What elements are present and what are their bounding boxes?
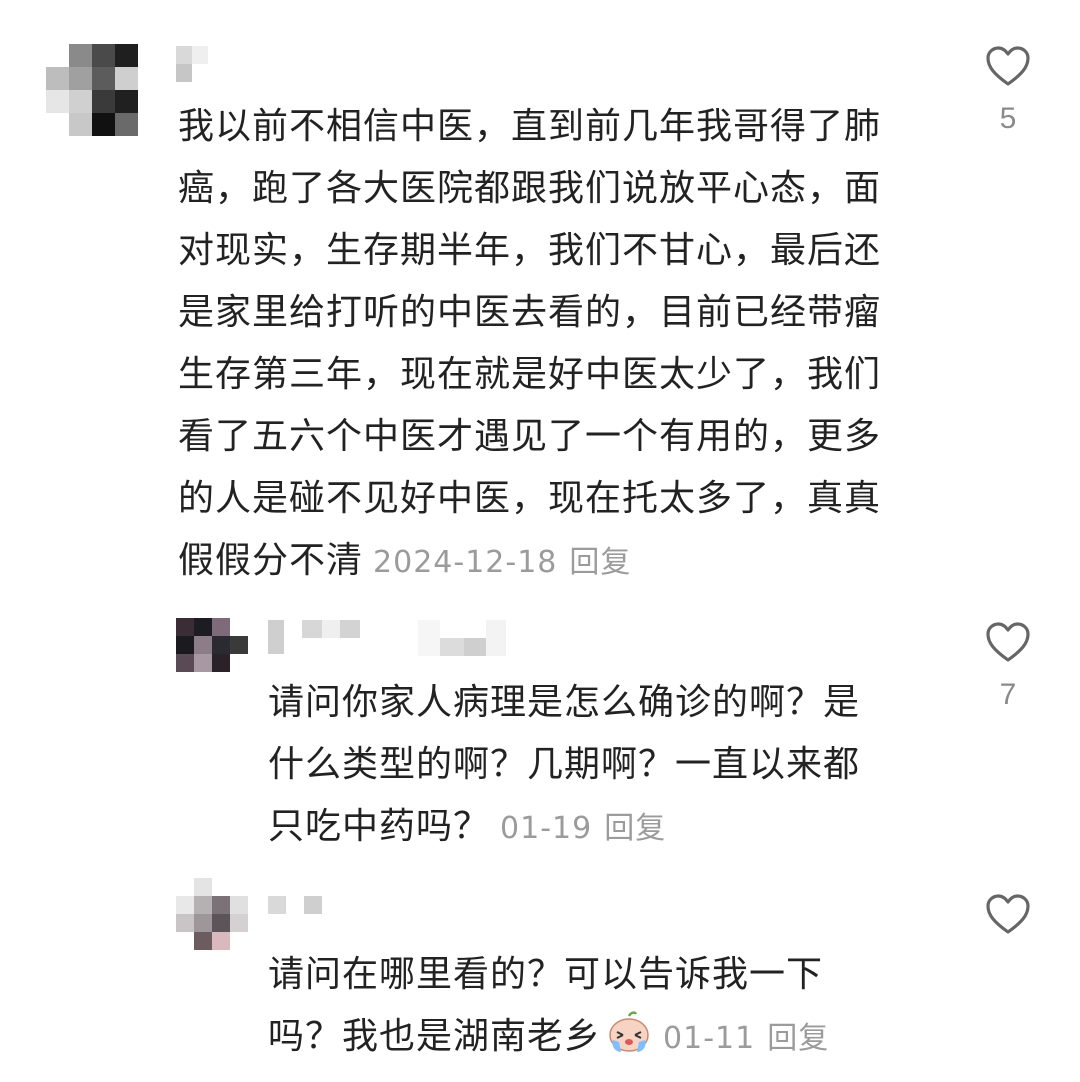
user-tag-blur <box>418 620 506 656</box>
comment-line: 请问在哪里看的？可以告诉我一下 <box>268 954 824 995</box>
comment-line: 生存第三年，现在就是好中医太少了，我们 <box>178 354 882 395</box>
reply-button[interactable]: 回复 <box>604 811 666 846</box>
comment-line: 什么类型的啊？几期啊？一直以来都 <box>268 744 861 785</box>
comment-meta: 01-11 回复 <box>663 1021 829 1056</box>
comment-line: 的人是碰不见好中医，现在托太多了，真真 <box>178 478 882 519</box>
comment-line: 是家里给打听的中医去看的，目前已经带瘤 <box>178 292 882 333</box>
comment-line: 吗？我也是湖南老乡 <box>268 1016 602 1057</box>
username[interactable] <box>268 620 360 654</box>
comment-line: 假假分不清 <box>178 540 364 581</box>
comment-line: 请问你家人病理是怎么确诊的啊？是 <box>268 682 861 723</box>
comment-date: 2024-12-18 <box>373 545 558 580</box>
comment-line: 癌，跑了各大医院都跟我们说放平心态，面 <box>178 168 882 209</box>
avatar[interactable] <box>46 44 138 136</box>
crying-emoji-icon <box>605 1010 653 1074</box>
like-count: 7 <box>999 678 1017 711</box>
avatar[interactable] <box>176 618 248 672</box>
comment-line: 对现实，生存期半年，我们不甘心，最后还 <box>178 230 882 271</box>
reply-button[interactable]: 回复 <box>767 1021 829 1056</box>
username[interactable] <box>176 46 208 64</box>
heart-outline-icon <box>986 894 1030 934</box>
heart-outline-icon <box>986 46 1030 86</box>
like-button[interactable] <box>978 892 1038 936</box>
username[interactable] <box>268 896 322 914</box>
comment-text: 请问在哪里看的？可以告诉我一下 吗？我也是湖南老乡 01-11 回复 <box>268 944 928 1074</box>
heart-outline-icon <box>986 622 1030 662</box>
comment-text: 请问你家人病理是怎么确诊的啊？是 什么类型的啊？几期啊？一直以来都 只吃中药吗？… <box>268 672 928 860</box>
like-count: 5 <box>999 102 1017 135</box>
comment-line: 看了五六个中医才遇见了一个有用的，更多 <box>178 416 882 457</box>
comment-date: 01-19 <box>500 811 593 846</box>
comment-meta: 2024-12-18 回复 <box>373 545 631 580</box>
comment-line-last: 只吃中药吗？ 01-19 回复 <box>268 796 928 860</box>
avatar[interactable] <box>176 878 248 950</box>
reply-button[interactable]: 回复 <box>569 545 631 580</box>
comment-line-last: 吗？我也是湖南老乡 01-11 回复 <box>268 1006 928 1074</box>
comment-text: 我以前不相信中医，直到前几年我哥得了肺 癌，跑了各大医院都跟我们说放平心态，面 … <box>178 96 958 594</box>
comment-date: 01-11 <box>663 1021 756 1056</box>
comment-line: 我以前不相信中医，直到前几年我哥得了肺 <box>178 106 882 147</box>
comment-line: 只吃中药吗？ <box>268 806 491 847</box>
like-button[interactable]: 7 <box>978 620 1038 712</box>
comment-meta: 01-19 回复 <box>500 811 666 846</box>
like-button[interactable]: 5 <box>978 44 1038 136</box>
comment-line-last: 假假分不清 2024-12-18 回复 <box>178 530 958 594</box>
username-blur-2 <box>176 64 192 82</box>
